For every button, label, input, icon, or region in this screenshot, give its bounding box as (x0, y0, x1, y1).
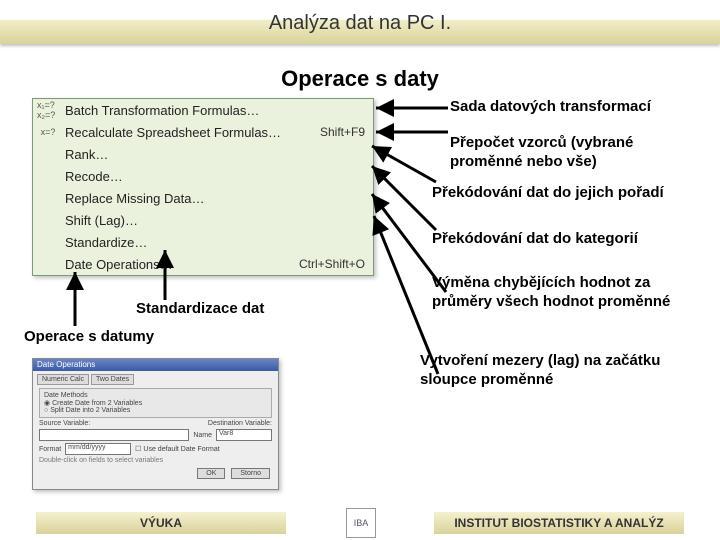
footer: VÝUKA IBA INSTITUT BIOSTATISTIKY A ANALÝ… (0, 506, 720, 540)
menu-item-rank[interactable]: Rank… (33, 143, 373, 165)
section-title: Operace s daty (0, 66, 720, 92)
menu-item-label: Rank… (65, 147, 365, 162)
field-label: Source Variable: (39, 420, 90, 427)
group-title: Date Methods (44, 392, 267, 399)
annotation: Překódování dat do jejich pořadí (432, 184, 692, 203)
menu-item-recode[interactable]: Recode… (33, 165, 373, 187)
logo-icon: IBA (346, 508, 376, 538)
menu-item-label: Batch Transformation Formulas… (65, 103, 359, 118)
arrow-icon (368, 138, 438, 186)
annotation: Přepočet vzorců (vybrané proměnné nebo v… (450, 134, 710, 172)
annotation: Sada datových transformací (450, 98, 710, 117)
menu-item-label: Recalculate Spreadsheet Formulas… (65, 125, 314, 140)
annotation: Překódování dat do kategorií (432, 230, 712, 249)
radio-option[interactable]: ○ Split Date into 2 Variables (44, 407, 267, 414)
menu-item-standardize[interactable]: Standardize… (33, 231, 373, 253)
radio-option[interactable]: ◉ Create Date from 2 Variables (44, 399, 267, 407)
dialog-tab[interactable]: Numeric Calc (37, 374, 89, 385)
annotation: Vytvoření mezery (lag) na začátku sloupc… (420, 352, 710, 390)
name-input[interactable]: Var8 (216, 429, 272, 441)
dialog-tab[interactable]: Two Dates (91, 374, 134, 385)
menu-item-label: Date Operations… (65, 257, 293, 272)
date-operations-dialog: Date Operations Numeric Calc Two Dates D… (32, 358, 279, 490)
arrow-icon (370, 94, 450, 124)
data-operations-menu: x₁=? x₂=? Batch Transformation Formulas…… (32, 98, 374, 276)
checkbox[interactable]: ☐ Use default Date Format (135, 445, 220, 453)
field-label: Format (39, 446, 61, 453)
field-label: Name (193, 432, 212, 439)
hint-text: Double-click on fields to select variabl… (39, 457, 163, 464)
menu-item-shift-lag[interactable]: Shift (Lag)… (33, 209, 373, 231)
formula-icon: x=? (37, 124, 59, 140)
menu-item-label: Shift (Lag)… (65, 213, 365, 228)
field-label: Destination Variable: (208, 420, 272, 427)
annotation: Operace s datumy (24, 328, 224, 347)
menu-item-batch-transform[interactable]: x₁=? x₂=? Batch Transformation Formulas… (33, 99, 373, 121)
menu-item-shortcut: Ctrl+Shift+O (299, 257, 365, 271)
menu-item-label: Replace Missing Data… (65, 191, 365, 206)
ok-button[interactable]: OK (197, 468, 225, 479)
source-variable-input[interactable] (39, 429, 189, 441)
footer-right: INSTITUT BIOSTATISTIKY A ANALÝZ (434, 512, 684, 534)
stage: x₁=? x₂=? Batch Transformation Formulas…… (0, 98, 720, 458)
formula-icon: x₁=? x₂=? (37, 102, 59, 118)
dialog-title: Date Operations (33, 359, 278, 371)
arrow-icon (370, 118, 450, 148)
page-title: Analýza dat na PC I. (0, 12, 720, 35)
menu-item-shortcut: Shift+F9 (320, 125, 365, 139)
format-input[interactable]: mm/dd/yyyy (65, 443, 131, 455)
annotation: Výměna chybějících hodnot za průměry vše… (432, 274, 702, 312)
annotation: Standardizace dat (136, 300, 336, 319)
footer-left: VÝUKA (36, 512, 286, 534)
menu-item-recalculate[interactable]: x=? Recalculate Spreadsheet Formulas… Sh… (33, 121, 373, 143)
arrow-icon (60, 268, 90, 328)
dialog-group: Date Methods ◉ Create Date from 2 Variab… (39, 388, 272, 418)
menu-item-label: Standardize… (65, 235, 365, 250)
menu-item-label: Recode… (65, 169, 365, 184)
title-bar: Analýza dat na PC I. (0, 12, 720, 52)
cancel-button[interactable]: Storno (231, 468, 270, 479)
menu-item-replace-missing[interactable]: Replace Missing Data… (33, 187, 373, 209)
arrow-icon (368, 158, 438, 234)
menu-item-date-operations[interactable]: Date Operations… Ctrl+Shift+O (33, 253, 373, 275)
